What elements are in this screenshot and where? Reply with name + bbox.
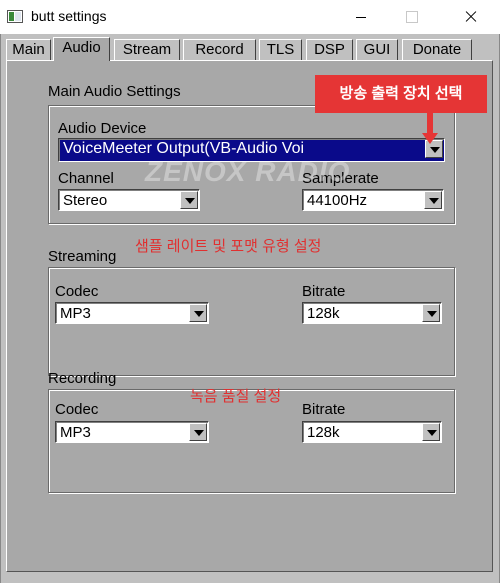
streaming-codec-label: Codec: [55, 283, 99, 300]
tab-record[interactable]: Record: [183, 39, 256, 60]
recording-codec-label: Codec: [55, 401, 99, 418]
chevron-down-icon[interactable]: [422, 423, 440, 441]
channel-select[interactable]: Stereo: [58, 189, 200, 211]
streaming-bitrate-label: Bitrate: [302, 283, 346, 300]
recording-group-title: Recording: [48, 370, 117, 387]
tab-audio[interactable]: Audio: [53, 37, 110, 61]
streaming-codec-select[interactable]: MP3: [55, 302, 209, 324]
recording-bitrate-select[interactable]: 128k: [302, 421, 442, 443]
recording-codec-value: MP3: [60, 424, 91, 441]
chevron-down-icon[interactable]: [189, 304, 207, 322]
tab-main[interactable]: Main: [6, 39, 51, 60]
tab-donate[interactable]: Donate: [402, 39, 472, 60]
title-bar: butt settings: [0, 0, 500, 34]
recording-bitrate-value: 128k: [307, 424, 340, 441]
tab-stream[interactable]: Stream: [114, 39, 180, 60]
chevron-down-icon[interactable]: [180, 191, 198, 209]
recording-codec-select[interactable]: MP3: [55, 421, 209, 443]
streaming-bitrate-select[interactable]: 128k: [302, 302, 442, 324]
tab-gui[interactable]: GUI: [356, 39, 398, 60]
audio-device-label: Audio Device: [58, 120, 147, 137]
callout-arrow: [427, 113, 433, 135]
samplerate-select[interactable]: 44100Hz: [302, 189, 444, 211]
maximize-button: [388, 0, 434, 34]
recording-bitrate-label: Bitrate: [302, 401, 346, 418]
arrow-down-icon: [422, 133, 438, 144]
close-button[interactable]: [446, 0, 492, 34]
samplerate-note: 샘플 레이트 및 포맷 유형 설정: [135, 238, 322, 255]
channel-label: Channel: [58, 170, 114, 187]
tab-tls[interactable]: TLS: [259, 39, 302, 60]
settings-window: Main Audio Stream Record TLS DSP GUI Don…: [0, 34, 500, 583]
recording-note: 녹음 품질 설정: [190, 388, 282, 405]
window-title: butt settings: [31, 8, 107, 24]
app-icon: [7, 10, 23, 23]
streaming-group-title: Streaming: [48, 248, 117, 265]
streaming-codec-value: MP3: [60, 305, 91, 322]
callout-label: 방송 출력 장치 선택: [315, 75, 487, 113]
streaming-bitrate-value: 128k: [307, 305, 340, 322]
samplerate-value: 44100Hz: [307, 192, 368, 209]
minimize-button[interactable]: [338, 0, 384, 34]
tab-dsp[interactable]: DSP: [306, 39, 353, 60]
chevron-down-icon[interactable]: [422, 304, 440, 322]
chevron-down-icon[interactable]: [424, 191, 442, 209]
main-audio-group-title: Main Audio Settings: [48, 83, 181, 100]
channel-value: Stereo: [63, 192, 108, 209]
chevron-down-icon[interactable]: [189, 423, 207, 441]
watermark: ZENOX RADIO: [145, 156, 351, 187]
